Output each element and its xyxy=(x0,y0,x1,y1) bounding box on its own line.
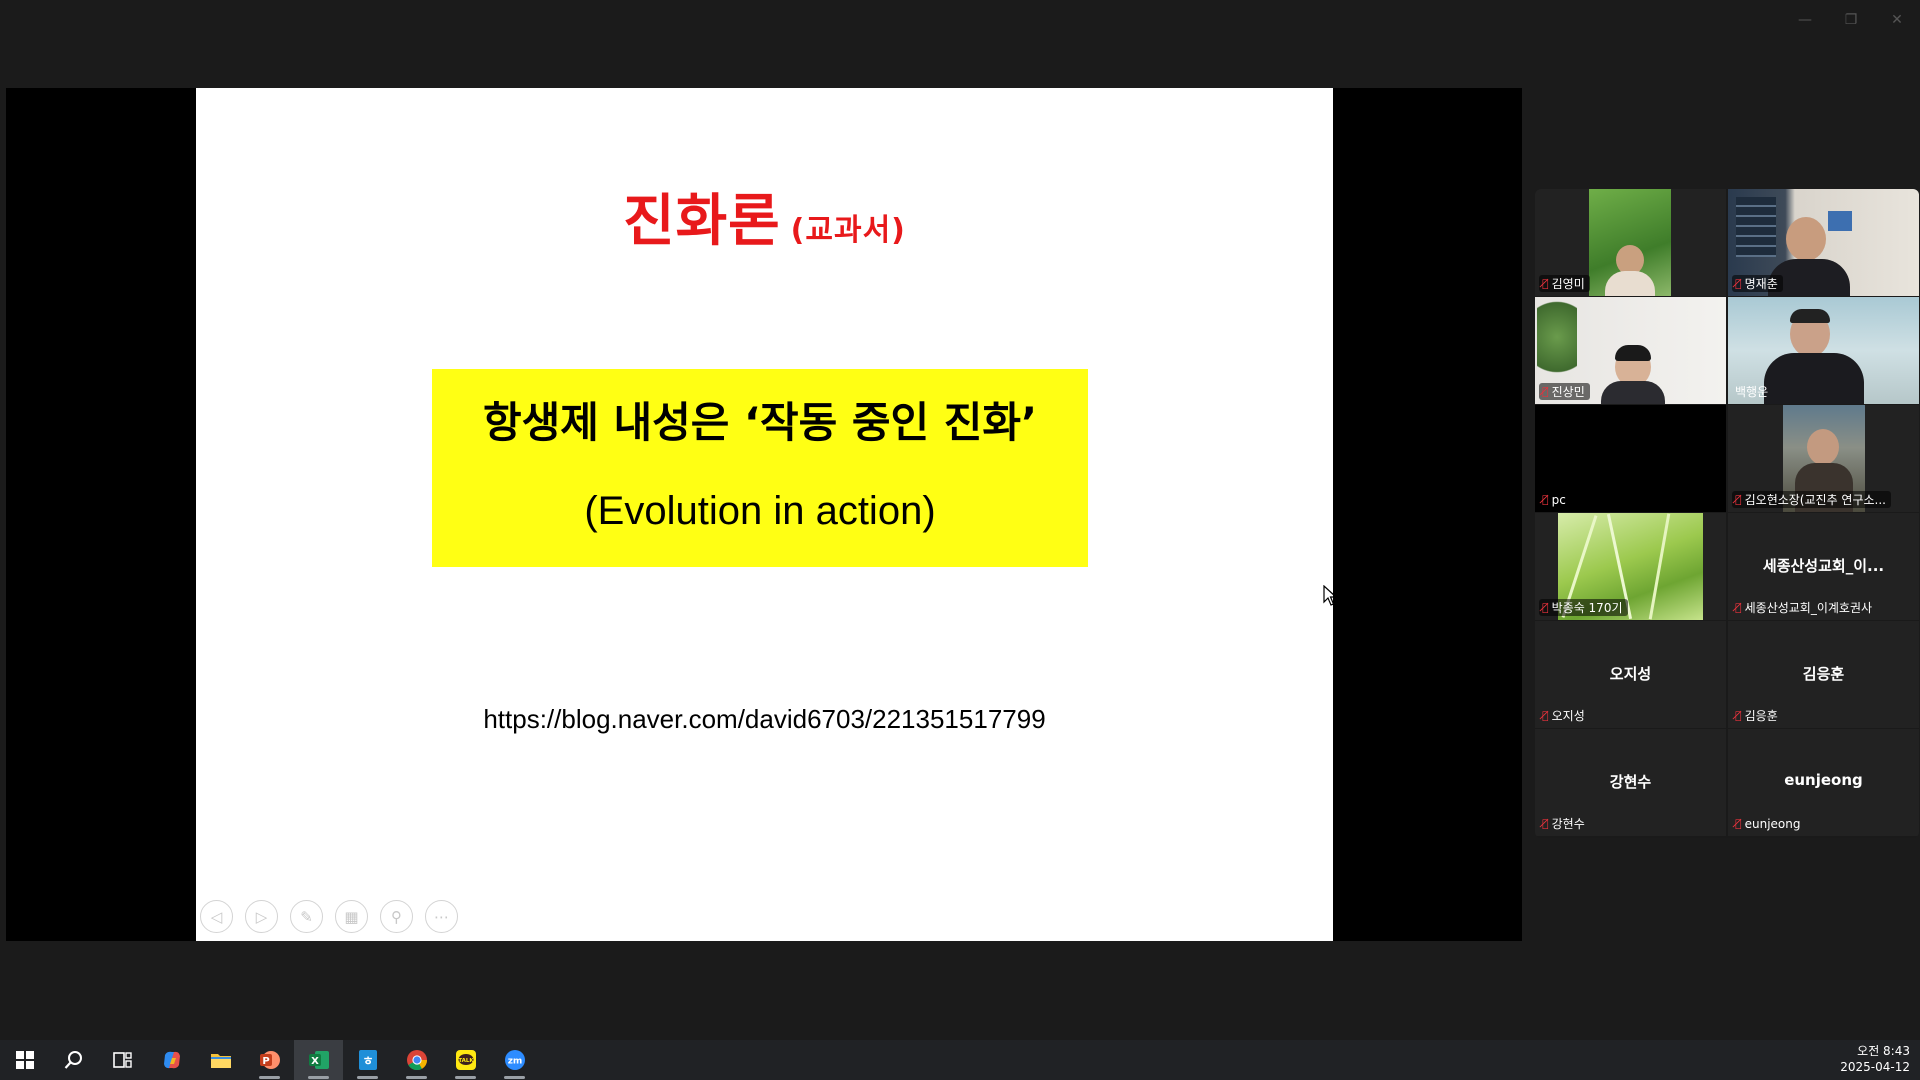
zoom-icon[interactable]: ⚲ xyxy=(380,900,413,933)
restore-button[interactable]: ❐ xyxy=(1828,0,1874,40)
svg-text:X: X xyxy=(311,1056,319,1067)
clock-time: 오전 8:43 xyxy=(1857,1044,1910,1058)
svg-text:ㅎ: ㅎ xyxy=(362,1054,373,1068)
participant-tile[interactable]: 🎙̸ 명재춘 xyxy=(1728,189,1919,296)
shared-screen: 진화론 (교과서) 항생제 내성은 ‘작동 중인 진화’ (Evolution i… xyxy=(6,88,1522,941)
participant-tile[interactable]: 김응훈 🎙̸ 김응훈 xyxy=(1728,621,1919,728)
highlight-english-text: (Evolution in action) xyxy=(584,489,936,533)
participant-video xyxy=(1589,189,1671,296)
slide-title-sub: (교과서) xyxy=(790,213,906,248)
minimize-button[interactable]: — xyxy=(1782,0,1828,40)
slide-url: https://blog.naver.com/david6703/2213515… xyxy=(483,704,1046,734)
participant-tile[interactable]: 🎙̸ 김영미 xyxy=(1535,189,1726,296)
mic-muted-icon: 🎙̸ xyxy=(1542,817,1549,830)
participant-display-name: 강현수 xyxy=(1609,773,1652,791)
pen-icon[interactable]: ✎ xyxy=(290,900,323,933)
svg-text:P: P xyxy=(262,1056,269,1067)
participant-tile[interactable]: 🎙̸ pc xyxy=(1535,405,1726,512)
participant-tile[interactable]: 세종산성교회_이... 🎙̸ 세종산성교회_이계호권사 xyxy=(1728,513,1919,620)
participant-name-tag: 🎙̸ eunjeong xyxy=(1735,816,1801,831)
mic-muted-icon: 🎙̸ xyxy=(1735,817,1742,830)
mic-muted-icon: 🎙̸ xyxy=(1542,709,1549,722)
highlight-korean-text: 항생제 내성은 ‘작동 중인 진화’ xyxy=(482,398,1038,447)
participant-gallery: 🎙̸ 김영미 🎙̸ 명재춘 🎙̸ 진상민 백행운 🎙̸ pc 🎙̸ 김오현소장(… xyxy=(1535,189,1919,838)
participant-name-tag: 🎙̸ 박종숙 170기 xyxy=(1539,599,1628,616)
copilot-icon[interactable] xyxy=(147,1040,196,1080)
mic-muted-icon: 🎙̸ xyxy=(1735,709,1742,722)
participant-tile[interactable]: 🎙̸ 김오현소장(교진추 연구소... xyxy=(1728,405,1919,512)
participant-tile[interactable]: eunjeong 🎙̸ eunjeong xyxy=(1728,729,1919,836)
next-slide-icon[interactable]: ▷ xyxy=(245,900,278,933)
mic-muted-icon: 🎙̸ xyxy=(1735,493,1742,506)
more-options-icon[interactable]: ⋯ xyxy=(425,900,458,933)
participant-tile[interactable]: 🎙̸ 박종숙 170기 xyxy=(1535,513,1726,620)
participant-name-tag: 🎙̸ 김영미 xyxy=(1539,275,1590,292)
svg-text:TALK: TALK xyxy=(458,1058,474,1064)
mouse-cursor-icon xyxy=(1323,585,1333,606)
slideshow-toolbar: ◁ ▷ ✎ ▦ ⚲ ⋯ xyxy=(200,900,458,933)
participant-name-tag: 🎙̸ 진상민 xyxy=(1539,383,1590,400)
slide-title: 진화론 (교과서) xyxy=(196,176,1333,257)
participant-name-tag: 백행운 xyxy=(1735,385,1769,399)
prev-slide-icon[interactable]: ◁ xyxy=(200,900,233,933)
hangul-icon[interactable]: ㅎ xyxy=(343,1040,392,1080)
mic-muted-icon: 🎙̸ xyxy=(1735,601,1742,614)
highlight-box: 항생제 내성은 ‘작동 중인 진화’ (Evolution in action) xyxy=(432,369,1088,567)
powerpoint-icon[interactable]: P xyxy=(245,1040,294,1080)
participant-name-tag: 🎙̸ 오지성 xyxy=(1542,709,1585,723)
mic-muted-icon: 🎙̸ xyxy=(1542,277,1549,290)
chrome-icon[interactable] xyxy=(392,1040,441,1080)
participant-name-tag: 🎙̸ 명재춘 xyxy=(1732,275,1783,292)
window-controls: — ❐ ✕ xyxy=(1782,0,1920,40)
file-explorer-icon[interactable] xyxy=(196,1040,245,1080)
participant-name-tag: 🎙̸ 강현수 xyxy=(1542,817,1585,831)
search-icon[interactable] xyxy=(49,1040,98,1080)
participant-name-tag: 🎙̸ 세종산성교회_이계호권사 xyxy=(1735,601,1873,615)
kakaotalk-icon[interactable]: TALK xyxy=(441,1040,490,1080)
svg-text:zm: zm xyxy=(507,1057,522,1067)
taskbar: P X ㅎ TALK zm xyxy=(0,1040,1920,1080)
participant-display-name: 김응훈 xyxy=(1802,665,1845,683)
participant-name-tag: 🎙̸ 김응훈 xyxy=(1735,709,1778,723)
participant-tile[interactable]: 🎙̸ 진상민 xyxy=(1535,297,1726,404)
participant-tile-active-speaker[interactable]: 백행운 xyxy=(1728,297,1919,404)
participant-tile[interactable]: 오지성 🎙̸ 오지성 xyxy=(1535,621,1726,728)
mic-muted-icon: 🎙̸ xyxy=(1542,385,1549,398)
mic-muted-icon: 🎙̸ xyxy=(1735,277,1742,290)
presentation-slide: 진화론 (교과서) 항생제 내성은 ‘작동 중인 진화’ (Evolution i… xyxy=(196,88,1333,941)
zoom-app-icon[interactable]: zm xyxy=(490,1040,539,1080)
task-view-icon[interactable] xyxy=(98,1040,147,1080)
participant-display-name: eunjeong xyxy=(1784,771,1863,789)
mic-muted-icon: 🎙̸ xyxy=(1542,601,1549,614)
participant-display-name: 오지성 xyxy=(1609,665,1652,683)
close-button[interactable]: ✕ xyxy=(1874,0,1920,40)
desktop: — ❐ ✕ 진화론 (교과서) 항생제 내성은 ‘작동 중인 진화’ (Evolu… xyxy=(0,0,1920,1080)
system-clock[interactable]: 오전 8:43 2025-04-12 xyxy=(1840,1043,1910,1075)
slide-title-main: 진화론 xyxy=(623,189,781,254)
start-icon[interactable] xyxy=(0,1040,49,1080)
excel-icon[interactable]: X xyxy=(294,1040,343,1080)
mic-muted-icon: 🎙̸ xyxy=(1542,493,1549,506)
participant-tile[interactable]: 강현수 🎙̸ 강현수 xyxy=(1535,729,1726,836)
participant-name-tag: 🎙̸ 김오현소장(교진추 연구소... xyxy=(1732,491,1891,508)
clock-date: 2025-04-12 xyxy=(1840,1060,1910,1074)
participant-display-name: 세종산성교회_이... xyxy=(1762,557,1885,575)
participant-name-tag: 🎙̸ pc xyxy=(1539,491,1571,508)
slides-grid-icon[interactable]: ▦ xyxy=(335,900,368,933)
